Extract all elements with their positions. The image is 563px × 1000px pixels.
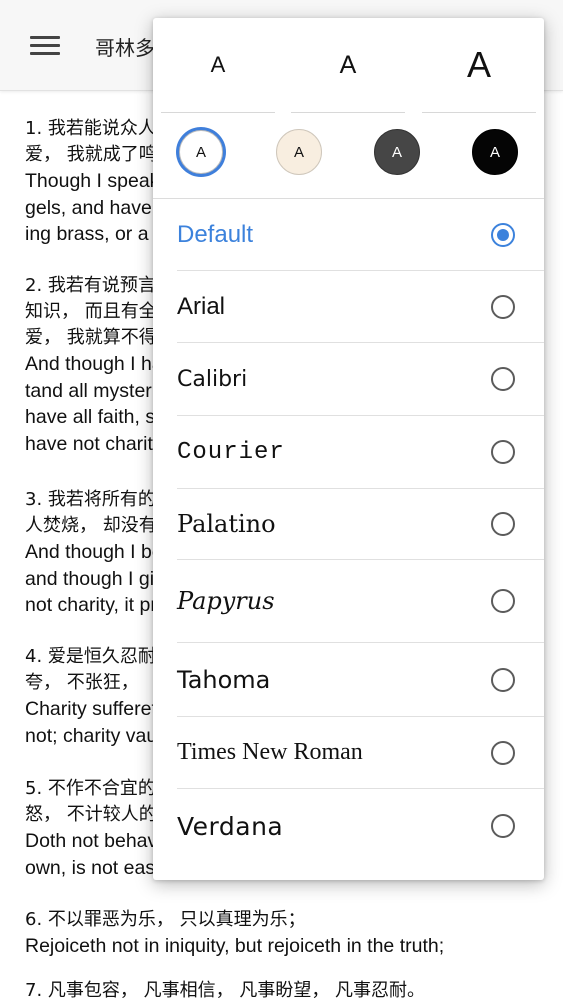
theme-white-button[interactable]: A [179, 130, 223, 174]
font-option-palatino[interactable]: Palatino [177, 489, 544, 560]
radio-icon[interactable] [491, 294, 515, 319]
font-option-label: Verdana [177, 811, 284, 841]
font-option-label: Arial [177, 292, 226, 320]
font-option-times-new-roman[interactable]: Times New Roman [177, 717, 544, 789]
theme-dark-button[interactable]: A [374, 129, 420, 175]
verse-en: Rejoiceth not in iniquity, but rejoiceth… [25, 935, 445, 957]
font-option-label: Tahoma [177, 665, 271, 694]
font-size-medium-button[interactable]: A [291, 18, 405, 113]
radio-icon[interactable] [491, 589, 515, 613]
font-option-papyrus[interactable]: Papyrus [177, 560, 544, 643]
radio-icon[interactable] [491, 740, 515, 765]
font-option-default[interactable]: Default [177, 199, 544, 271]
radio-icon[interactable] [491, 512, 515, 536]
font-option-label: Courier [177, 438, 285, 466]
font-option-label: Calibri [177, 366, 248, 392]
font-option-verdana[interactable]: Verdana [177, 789, 544, 863]
display-settings-panel: A A A A A A A Default Arial Calibri Cour… [153, 18, 544, 880]
menu-line [30, 35, 60, 39]
font-family-list: Default Arial Calibri Courier Palatino P… [177, 199, 544, 863]
theme-black-button[interactable]: A [472, 129, 518, 175]
font-option-arial[interactable]: Arial [177, 271, 544, 343]
radio-icon[interactable] [491, 667, 515, 692]
theme-selector: A A A A [153, 114, 544, 199]
font-size-small-button[interactable]: A [161, 18, 275, 113]
font-option-label: Papyrus [177, 587, 275, 615]
font-option-calibri[interactable]: Calibri [177, 343, 544, 416]
radio-icon[interactable] [491, 367, 515, 391]
verse-6: 6. 不以罪恶为乐， 只以真理为乐； Rejoiceth not in iniq… [25, 907, 444, 960]
font-size-selector: A A A [153, 18, 544, 114]
verse-7: 7. 凡事包容， 凡事相信， 凡事盼望， 凡事忍耐。 [25, 978, 425, 1000]
font-option-label: Palatino [177, 510, 276, 538]
radio-icon[interactable] [491, 440, 515, 464]
font-option-courier[interactable]: Courier [177, 416, 544, 489]
font-option-label: Times New Roman [177, 739, 363, 765]
font-size-large-button[interactable]: A [422, 18, 536, 113]
radio-selected-icon[interactable] [491, 222, 515, 247]
theme-sepia-button[interactable]: A [276, 129, 322, 175]
hamburger-menu-icon[interactable] [30, 30, 70, 60]
menu-line [30, 43, 60, 47]
verse-zh: 6. 不以罪恶为乐， 只以真理为乐； [25, 909, 306, 930]
font-option-label: Default [177, 220, 254, 248]
verse-zh: 7. 凡事包容， 凡事相信， 凡事盼望， 凡事忍耐。 [25, 980, 426, 1000]
font-option-tahoma[interactable]: Tahoma [177, 643, 544, 717]
menu-line [30, 51, 60, 55]
radio-icon[interactable] [491, 814, 515, 838]
